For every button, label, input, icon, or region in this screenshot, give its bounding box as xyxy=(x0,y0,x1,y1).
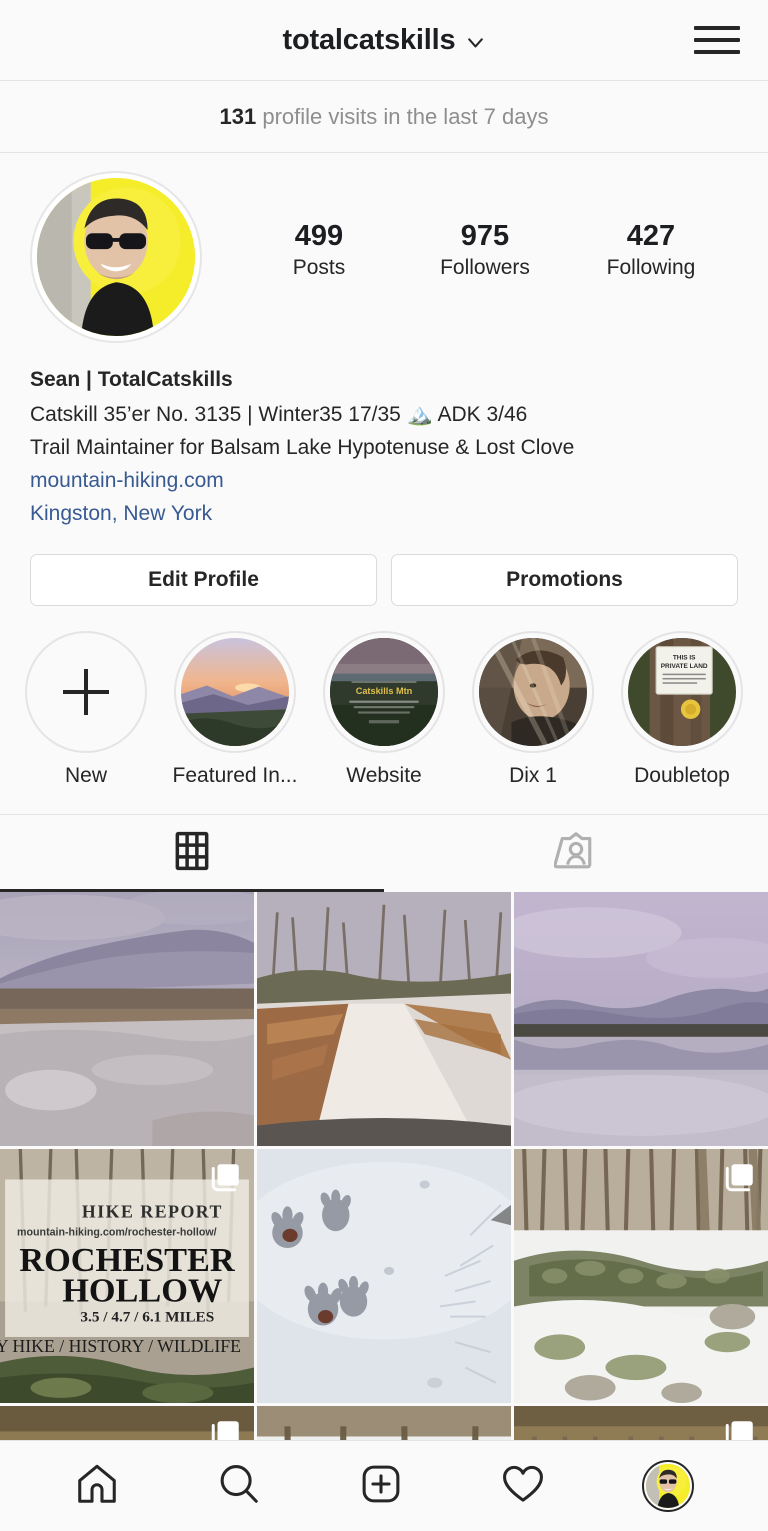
highlight-label: Featured In... xyxy=(172,764,298,788)
nav-create-button[interactable] xyxy=(358,1461,404,1512)
hamburger-menu-icon[interactable] xyxy=(694,23,740,57)
plus-square-icon xyxy=(358,1461,404,1512)
nav-activity-button[interactable] xyxy=(500,1461,546,1512)
profile-location-link[interactable]: Kingston, New York xyxy=(30,499,738,529)
highlight-ring: THIS IS PRIVATE LAND xyxy=(621,631,743,754)
promotions-button[interactable]: Promotions xyxy=(391,554,738,607)
grid-post[interactable] xyxy=(257,892,511,1147)
stat-following[interactable]: 427 Following xyxy=(605,219,697,280)
instagram-profile-screen: totalcatskills 131 profile visits in the… xyxy=(0,0,768,1531)
carousel-icon xyxy=(723,1160,757,1194)
stat-following-label: Following xyxy=(606,256,696,280)
grid-post[interactable] xyxy=(514,1406,768,1440)
highlight-doubletop[interactable]: THIS IS PRIVATE LAND Doubletop xyxy=(618,631,746,788)
highlight-thumbnail xyxy=(479,638,587,747)
nav-home-button[interactable] xyxy=(74,1461,120,1512)
grid-icon xyxy=(170,829,214,878)
highlight-label: Dix 1 xyxy=(509,764,557,788)
highlight-website[interactable]: Catskills Mtn Website xyxy=(320,631,448,788)
svg-text:mountain-hiking.com/rochester-: mountain-hiking.com/rochester-hollow/ xyxy=(17,1226,217,1238)
stat-posts-count: 499 xyxy=(294,220,344,252)
carousel-icon xyxy=(723,1417,757,1440)
svg-text:HOLLOW: HOLLOW xyxy=(62,1271,222,1309)
profile-visits-text: 131 profile visits in the last 7 days xyxy=(220,104,549,130)
bio-line-1: Catskill 35’er No. 3135 | Winter35 17/35… xyxy=(30,403,528,427)
highlight-label: New xyxy=(64,764,107,788)
profile-visits-bar[interactable]: 131 profile visits in the last 7 days xyxy=(0,81,768,153)
profile-website-link[interactable]: mountain-hiking.com xyxy=(30,466,738,496)
bottom-navigation-bar xyxy=(0,1440,768,1531)
tab-grid[interactable] xyxy=(0,815,384,893)
highlight-label: Doubletop xyxy=(634,764,730,788)
nav-profile-button[interactable] xyxy=(642,1460,694,1512)
username-switcher[interactable]: totalcatskills xyxy=(283,24,486,57)
grid-post[interactable]: HIKE REPORT mountain-hiking.com/rocheste… xyxy=(0,1149,254,1404)
grid-post[interactable] xyxy=(257,1406,511,1440)
profile-visits-label: profile visits in the last 7 days xyxy=(256,103,549,129)
grid-post[interactable] xyxy=(0,892,254,1147)
profile-stats: 499 Posts 975 Followers 427 Following xyxy=(202,171,738,280)
profile-display-name: Sean | TotalCatskills xyxy=(30,368,233,391)
highlight-label: Website xyxy=(346,764,422,788)
stat-followers-label: Followers xyxy=(440,256,530,280)
highlight-new-ring xyxy=(25,631,147,754)
hamburger-bar xyxy=(694,26,740,30)
profile-visits-count: 131 xyxy=(219,103,257,129)
tagged-person-icon xyxy=(553,829,598,878)
grid-post[interactable] xyxy=(257,1149,511,1404)
profile-avatar-icon xyxy=(642,1460,694,1512)
highlight-ring xyxy=(174,631,296,754)
profile-tabs xyxy=(0,814,768,893)
hamburger-bar xyxy=(694,38,740,42)
stat-following-count: 427 xyxy=(626,220,676,252)
highlight-ring: Catskills Mtn xyxy=(323,631,445,754)
profile-header: 499 Posts 975 Followers 427 Following xyxy=(0,153,768,343)
home-icon xyxy=(74,1461,120,1512)
profile-action-buttons: Edit Profile Promotions xyxy=(0,532,768,607)
stat-posts[interactable]: 499 Posts xyxy=(273,219,365,280)
post-grid: HIKE REPORT mountain-hiking.com/rocheste… xyxy=(0,892,768,1440)
highlight-thumbnail xyxy=(181,638,289,747)
search-icon xyxy=(216,1461,262,1512)
highlight-featured-in[interactable]: Featured In... xyxy=(171,631,299,788)
highlight-thumbnail: THIS IS PRIVATE LAND xyxy=(628,638,736,747)
plus-icon xyxy=(32,638,140,747)
highlight-new[interactable]: New xyxy=(22,631,150,788)
stat-followers-count: 975 xyxy=(460,220,510,252)
svg-text:THIS IS: THIS IS xyxy=(673,655,696,662)
grid-post[interactable] xyxy=(514,1149,768,1404)
svg-text:PRIVATE LAND: PRIVATE LAND xyxy=(661,663,708,670)
edit-profile-button[interactable]: Edit Profile xyxy=(30,554,377,607)
grid-post[interactable] xyxy=(514,892,768,1147)
highlight-thumbnail: Catskills Mtn xyxy=(330,638,438,747)
plus-bar-v xyxy=(84,669,88,716)
svg-text:HIKE REPORT: HIKE REPORT xyxy=(82,1202,223,1222)
story-highlights: New Featured In... Catskills Mtn Website… xyxy=(0,606,768,788)
top-header-bar: totalcatskills xyxy=(0,0,768,81)
nav-avatar-image xyxy=(646,1464,690,1508)
profile-username: totalcatskills xyxy=(282,23,456,56)
grid-post[interactable] xyxy=(0,1406,254,1440)
highlight-dix-1[interactable]: Dix 1 xyxy=(469,631,597,788)
tab-tagged[interactable] xyxy=(384,815,768,892)
avatar-image xyxy=(37,178,195,336)
heart-icon xyxy=(500,1461,546,1512)
svg-text:3.5 / 4.7 / 6.1 MILES: 3.5 / 4.7 / 6.1 MILES xyxy=(80,1309,214,1326)
chevron-down-icon[interactable] xyxy=(466,33,485,52)
highlight-ring xyxy=(472,631,594,754)
hamburger-bar xyxy=(694,50,740,54)
svg-text:EASY HIKE / HISTORY / WILDLIFE: EASY HIKE / HISTORY / WILDLIFE xyxy=(0,1336,241,1356)
svg-text:Catskills Mtn: Catskills Mtn xyxy=(356,686,413,696)
plus-glyph xyxy=(63,669,109,716)
carousel-icon xyxy=(209,1160,243,1194)
carousel-icon xyxy=(209,1417,243,1440)
stat-followers[interactable]: 975 Followers xyxy=(439,219,531,280)
stat-posts-label: Posts xyxy=(292,256,346,280)
nav-search-button[interactable] xyxy=(216,1461,262,1512)
profile-bio: Sean | TotalCatskills Catskill 35’er No.… xyxy=(0,343,768,532)
bio-line-2: Trail Maintainer for Balsam Lake Hypoten… xyxy=(30,436,575,460)
avatar[interactable] xyxy=(30,171,202,343)
